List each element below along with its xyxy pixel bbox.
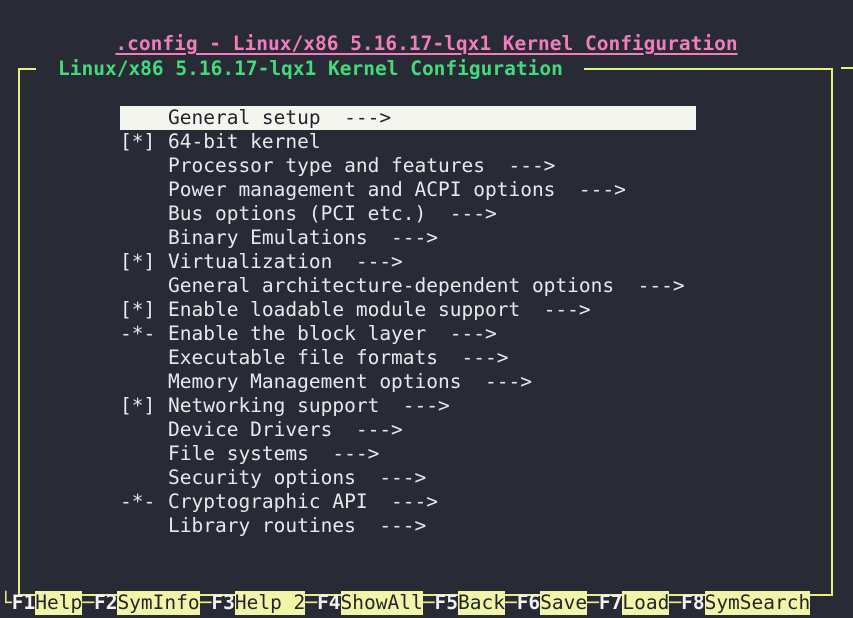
function-key-bar[interactable]: └ F1 Help ─ F2 SymInfo ─ F3 Help 2 ─ F4 ShowAll ─ F5 B… bbox=[0, 588, 853, 618]
fkey-label-f1: F1 bbox=[11, 591, 36, 614]
fkey-action-help-2[interactable]: Help 2 bbox=[234, 591, 306, 615]
menu-item-marker[interactable]: [*] bbox=[120, 394, 155, 418]
menu-item[interactable]: Device Drivers ---> bbox=[0, 418, 853, 442]
frame-border-stub bbox=[841, 67, 853, 69]
menu-item-marker[interactable]: [*] bbox=[120, 250, 155, 274]
fkey-bar-leading-corner: └ bbox=[0, 591, 12, 614]
menu-item[interactable]: Executable file formats ---> bbox=[0, 346, 853, 370]
fkey-label-f5: F5 bbox=[434, 591, 458, 614]
menu-item-marker[interactable]: -*- bbox=[120, 322, 155, 346]
menu-item-label: Binary Emulations ---> bbox=[168, 226, 439, 249]
page-title: .config - Linux/x86 5.16.17-lqx1 Kernel … bbox=[115, 32, 738, 55]
menu-item[interactable]: Memory Management options ---> bbox=[0, 370, 853, 394]
menu-item[interactable]: Bus options (PCI etc.) ---> bbox=[0, 202, 853, 226]
fkey-separator: ─ bbox=[82, 591, 94, 614]
menu-item-marker[interactable]: [*] bbox=[120, 298, 155, 322]
fkey-action-syminfo[interactable]: SymInfo bbox=[117, 591, 200, 615]
menu-item-label: Security options ---> bbox=[168, 466, 427, 489]
menu-item[interactable]: Library routines ---> bbox=[0, 514, 853, 538]
menu-item[interactable]: Security options ---> bbox=[0, 466, 853, 490]
menu-item-label: Processor type and features ---> bbox=[168, 154, 556, 177]
menu-item-label: General architecture-dependent options -… bbox=[168, 274, 685, 297]
menu-item-label: Executable file formats ---> bbox=[168, 346, 509, 369]
menu-item[interactable]: General setup ---> bbox=[0, 106, 853, 130]
menu-item-label: Networking support ---> bbox=[168, 394, 450, 417]
fkey-action-back[interactable]: Back bbox=[457, 591, 505, 615]
menu-item-marker[interactable]: -*- bbox=[120, 490, 155, 514]
fkey-separator: ─ bbox=[669, 591, 682, 614]
menu-item[interactable]: Power management and ACPI options ---> bbox=[0, 178, 853, 202]
menu-item-label: General setup ---> bbox=[168, 106, 392, 129]
fkey-label-f2: F2 bbox=[93, 591, 118, 614]
fkey-label-f3: F3 bbox=[211, 591, 235, 614]
menu-item-label: Virtualization ---> bbox=[168, 250, 403, 273]
menu-item-label: Power management and ACPI options ---> bbox=[168, 178, 626, 201]
fkey-action-load[interactable]: Load bbox=[622, 591, 670, 615]
menu-item-label: 64-bit kernel bbox=[168, 130, 321, 153]
fkey-action-symsearch[interactable]: SymSearch bbox=[704, 591, 811, 615]
menu-item-label: Device Drivers ---> bbox=[168, 418, 403, 441]
menu-item[interactable]: File systems ---> bbox=[0, 442, 853, 466]
menu-item-label: Library routines ---> bbox=[168, 514, 427, 537]
menu-item-marker[interactable]: [*] bbox=[120, 130, 155, 154]
menu-item[interactable]: Binary Emulations ---> bbox=[0, 226, 853, 250]
menu-item[interactable]: [*] Virtualization ---> bbox=[0, 250, 853, 274]
menu-item-label: Enable loadable module support ---> bbox=[168, 298, 591, 321]
menu-item-label: Bus options (PCI etc.) ---> bbox=[168, 202, 497, 225]
fkey-action-showall[interactable]: ShowAll bbox=[340, 591, 423, 615]
fkey-separator: ─ bbox=[504, 591, 517, 614]
menu-item-label: File systems ---> bbox=[168, 442, 380, 465]
fkey-separator: ─ bbox=[587, 591, 599, 614]
fkey-separator: ─ bbox=[305, 591, 318, 614]
menu-item[interactable]: -*- Enable the block layer ---> bbox=[0, 322, 853, 346]
fkey-separator: ─ bbox=[199, 591, 212, 614]
frame-legend: Linux/x86 5.16.17-lqx1 Kernel Configurat… bbox=[58, 57, 563, 80]
menu-item[interactable]: [*] Enable loadable module support ---> bbox=[0, 298, 853, 322]
fkey-label-f8: F8 bbox=[681, 591, 705, 614]
fkey-label-f7: F7 bbox=[598, 591, 623, 614]
menu-item[interactable]: -*- Cryptographic API ---> bbox=[0, 490, 853, 514]
menu-item[interactable]: General architecture-dependent options -… bbox=[0, 274, 853, 298]
fkey-action-help[interactable]: Help bbox=[35, 591, 83, 615]
menu-item-label: Memory Management options ---> bbox=[168, 370, 532, 393]
menu-item[interactable]: Processor type and features ---> bbox=[0, 154, 853, 178]
fkey-label-f4: F4 bbox=[317, 591, 341, 614]
menu-item-label: Enable the block layer ---> bbox=[168, 322, 497, 345]
menu-item[interactable]: [*] Networking support ---> bbox=[0, 394, 853, 418]
terminal-screen: .config - Linux/x86 5.16.17-lqx1 Kernel … bbox=[0, 0, 853, 618]
menu-item-label: Cryptographic API ---> bbox=[168, 490, 439, 513]
menu-item[interactable]: [*] 64-bit kernel bbox=[0, 130, 853, 154]
fkey-separator: ─ bbox=[422, 591, 435, 614]
fkey-label-f6: F6 bbox=[516, 591, 541, 614]
fkey-action-save[interactable]: Save bbox=[540, 591, 588, 615]
menu-list[interactable]: General setup ---> [*] 64-bit kernel Proces… bbox=[0, 106, 853, 538]
